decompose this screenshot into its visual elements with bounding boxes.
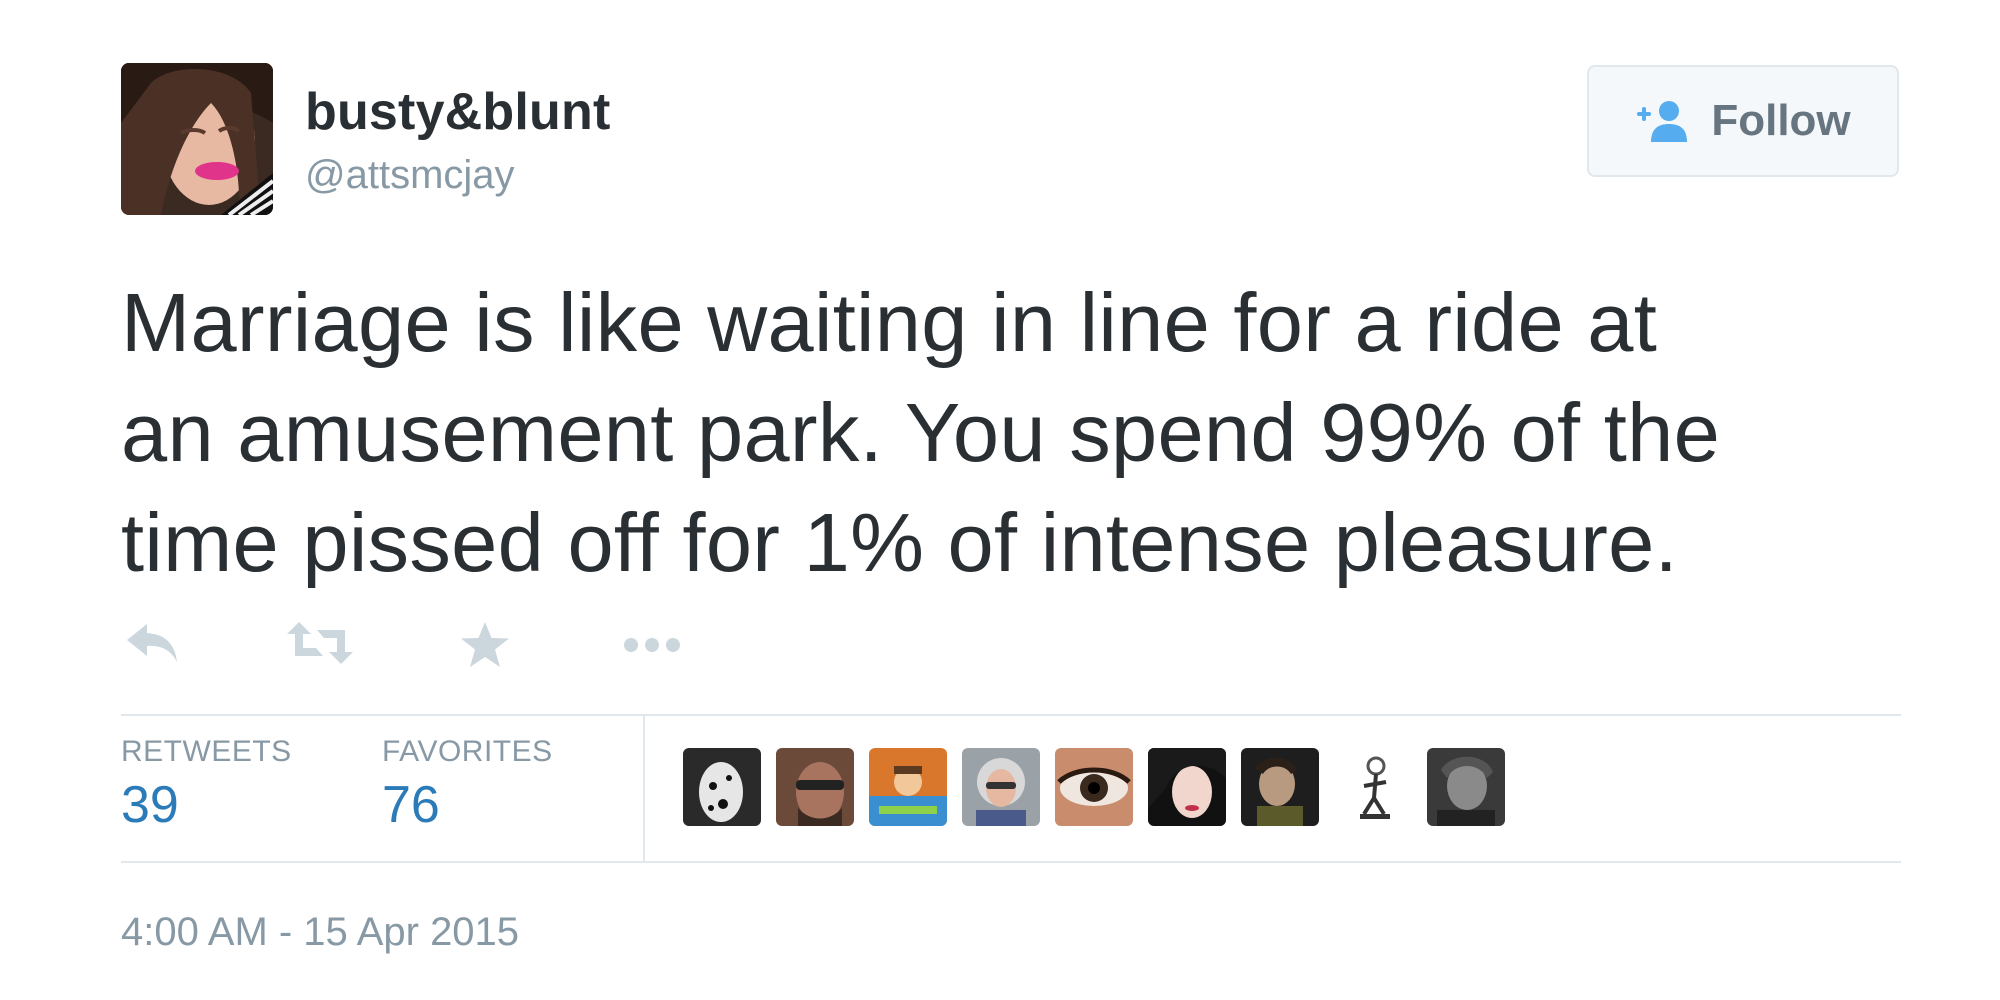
favoriter-avatar-4 xyxy=(962,748,1040,826)
favoriter-avatar[interactable] xyxy=(1334,748,1412,826)
favoriter-avatar[interactable] xyxy=(776,748,854,826)
divider-top xyxy=(121,714,1901,716)
favoriter-avatar-7 xyxy=(1241,748,1319,826)
favoriter-avatar[interactable] xyxy=(962,748,1040,826)
favoriter-avatar-8 xyxy=(1334,748,1412,826)
favorite-star-icon xyxy=(461,622,509,667)
favoriter-avatar-6 xyxy=(1148,748,1226,826)
author-avatar-image xyxy=(121,63,273,215)
reply-icon xyxy=(127,624,177,662)
favoriter-avatar-3 xyxy=(869,748,947,826)
more-icon xyxy=(624,638,680,652)
author-display-name[interactable]: busty&blunt xyxy=(305,82,611,142)
tweet-text-line: time pissed off for 1% of intense pleasu… xyxy=(121,496,1678,589)
favorites-stat[interactable]: FAVORITES 76 xyxy=(382,735,553,835)
tweet-timestamp[interactable]: 4:00 AM - 15 Apr 2015 xyxy=(121,910,519,955)
retweets-stat[interactable]: RETWEETS 39 xyxy=(121,735,292,835)
favoriter-avatar-1 xyxy=(683,748,761,826)
tweet-text-line: Marriage is like waiting in line for a r… xyxy=(121,276,1658,369)
retweets-count: 39 xyxy=(121,776,179,834)
favoriter-avatar-2 xyxy=(776,748,854,826)
favorite-button[interactable] xyxy=(459,620,511,670)
tweet-text-line: an amusement park. You spend 99% of the xyxy=(121,386,1721,479)
retweet-icon xyxy=(287,622,353,664)
favoriter-avatar[interactable] xyxy=(1241,748,1319,826)
follow-button-label: Follow xyxy=(1711,96,1851,145)
more-button[interactable] xyxy=(617,620,687,666)
stats-divider xyxy=(643,716,645,861)
favorites-label: FAVORITES xyxy=(382,735,553,768)
add-user-icon xyxy=(1637,101,1688,142)
retweet-button[interactable] xyxy=(285,620,355,666)
favoriter-avatar[interactable] xyxy=(683,748,761,826)
favoriter-avatar[interactable] xyxy=(1148,748,1226,826)
follow-button[interactable]: Follow xyxy=(1587,65,1899,177)
author-avatar[interactable] xyxy=(121,63,273,215)
favoriter-avatar-9 xyxy=(1427,748,1505,826)
retweets-label: RETWEETS xyxy=(121,735,292,768)
tweet-text: Marriage is like waiting in line for a r… xyxy=(121,268,1921,598)
divider-bottom xyxy=(121,861,1901,863)
favoriter-avatar[interactable] xyxy=(869,748,947,826)
author-screen-name[interactable]: @attsmcjay xyxy=(305,153,515,198)
favorites-count: 76 xyxy=(382,776,440,834)
favoriter-avatar[interactable] xyxy=(1427,748,1505,826)
reply-button[interactable] xyxy=(125,620,179,666)
favoriter-avatar[interactable] xyxy=(1055,748,1133,826)
favoriter-avatar-5 xyxy=(1055,748,1133,826)
